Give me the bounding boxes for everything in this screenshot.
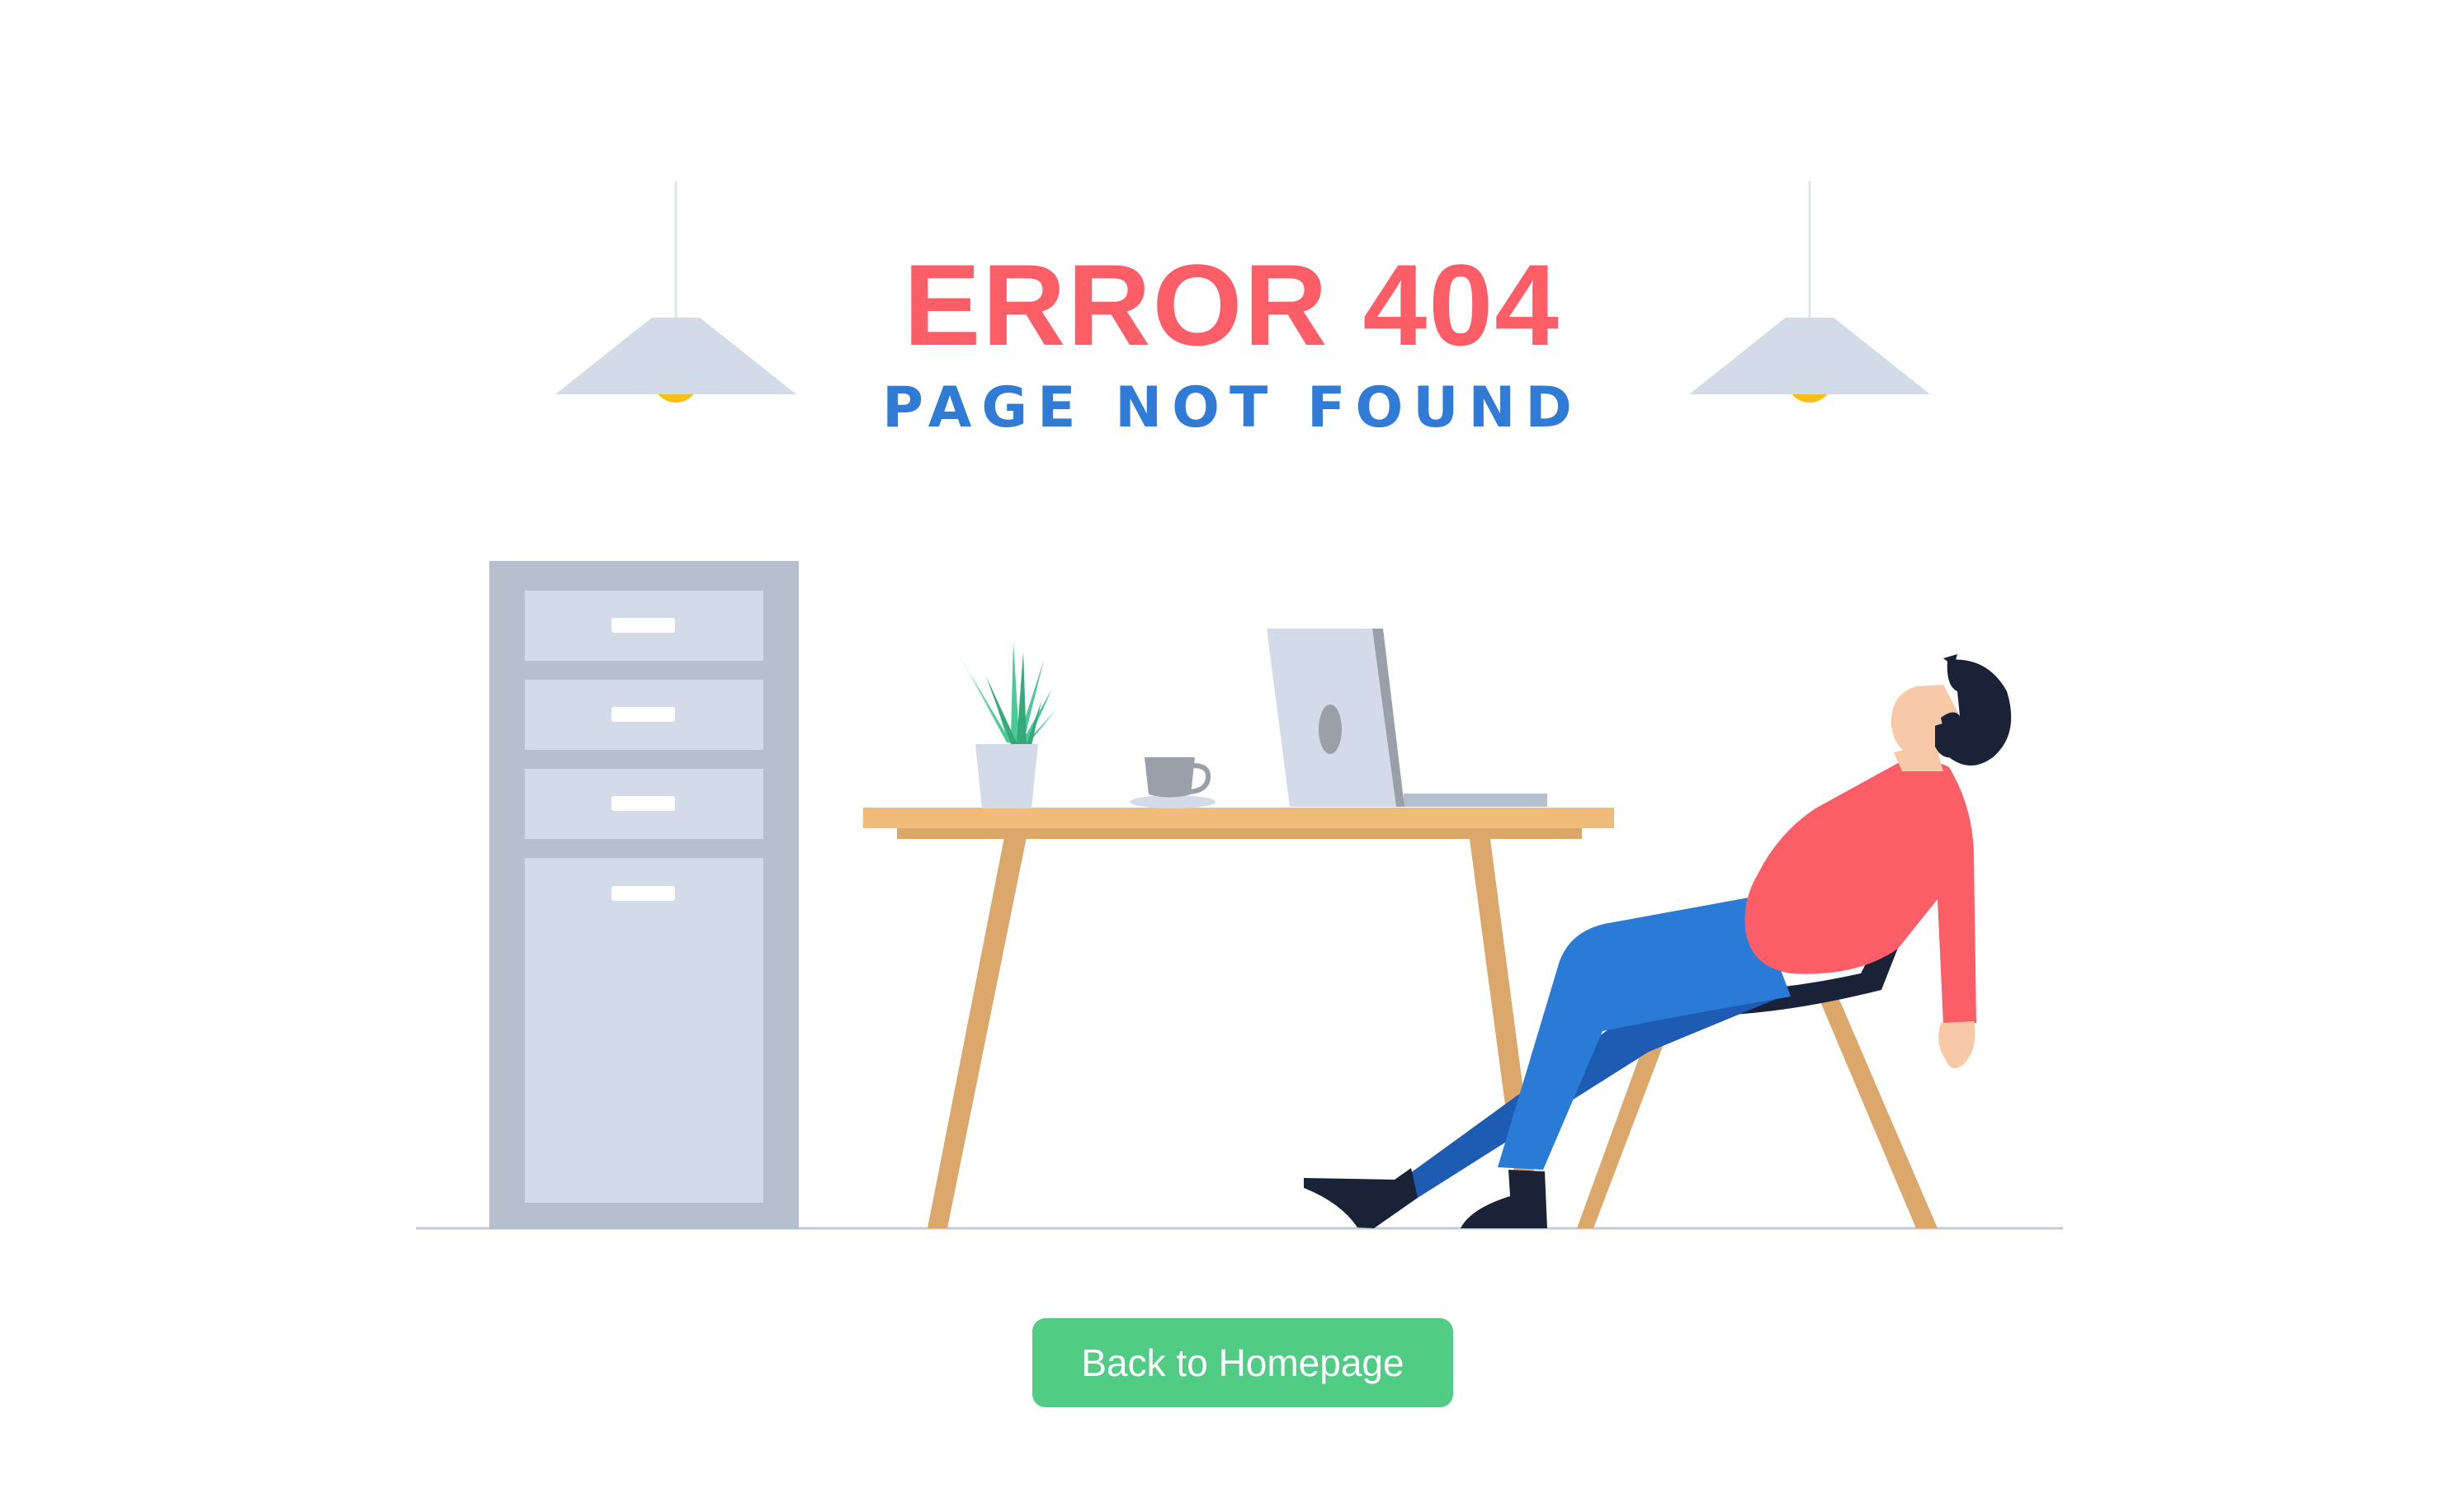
filing-cabinet-icon [489,561,799,1229]
laptop-icon [1267,629,1547,807]
coffee-cup-icon [1130,757,1215,808]
plant-icon [957,642,1056,808]
sleeping-man-icon [1304,654,2012,1228]
error-title: ERROR 404 [903,240,1561,370]
back-to-homepage-button[interactable]: Back to Homepage [1032,1318,1453,1407]
office-illustration [416,181,2063,1230]
error-404-page: ERROR 404 PAGE NOT FOUND Back to Homepag… [0,0,2464,1503]
error-subtitle: PAGE NOT FOUND [882,375,1582,441]
